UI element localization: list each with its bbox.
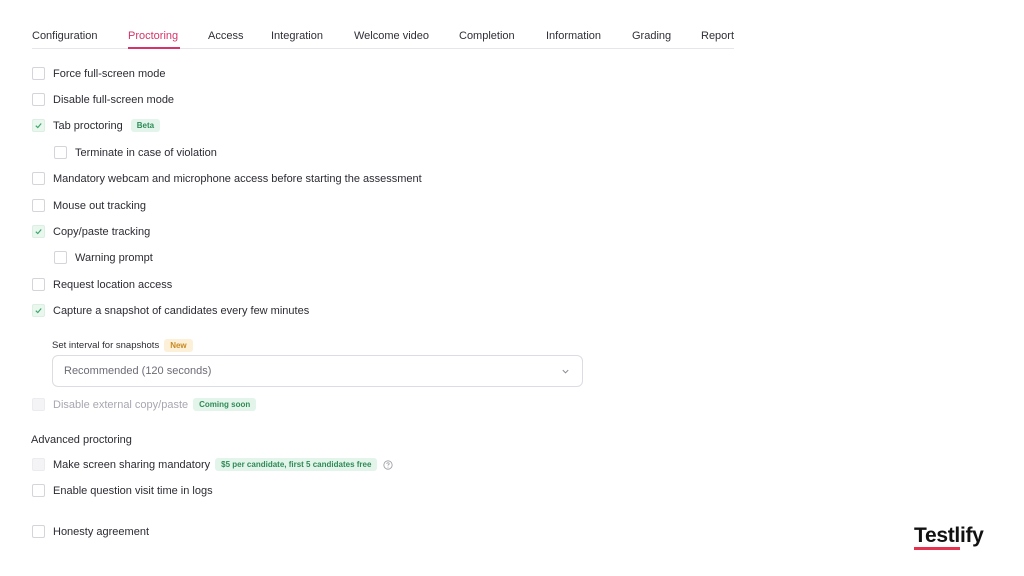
option-label: Copy/paste tracking xyxy=(53,225,151,238)
mouse-out-checkbox[interactable] xyxy=(32,199,45,212)
snapshot-interval-label: Set interval for snapshots New xyxy=(52,339,193,352)
snapshot-interval-select[interactable]: Recommended (120 seconds) xyxy=(52,355,583,387)
check-icon xyxy=(35,308,42,314)
warning-prompt-checkbox[interactable] xyxy=(54,251,67,264)
copy-paste-checkbox[interactable] xyxy=(32,225,45,238)
option-mandatory-webcam[interactable]: Mandatory webcam and microphone access b… xyxy=(32,172,422,185)
option-warning-prompt[interactable]: Warning prompt xyxy=(54,251,153,264)
option-tab-proctoring[interactable]: Tab proctoring Beta xyxy=(32,119,161,132)
option-snapshot[interactable]: Capture a snapshot of candidates every f… xyxy=(32,304,309,317)
new-badge: New xyxy=(164,339,193,352)
option-disable-fullscreen[interactable]: Disable full-screen mode xyxy=(32,93,174,106)
option-label: Disable external copy/paste xyxy=(53,398,189,411)
question-visit-time-checkbox[interactable] xyxy=(32,484,45,497)
snapshot-interval-label-text: Set interval for snapshots xyxy=(52,340,160,351)
pricing-badge: $5 per candidate, first 5 candidates fre… xyxy=(215,458,378,471)
tab-proctoring-checkbox[interactable] xyxy=(32,119,45,132)
testlify-logo: Testlify xyxy=(914,524,984,547)
disable-fullscreen-checkbox[interactable] xyxy=(32,93,45,106)
option-label: Make screen sharing mandatory xyxy=(53,458,211,471)
force-fullscreen-checkbox[interactable] xyxy=(32,67,45,80)
option-label: Warning prompt xyxy=(75,251,153,264)
option-label: Enable question visit time in logs xyxy=(53,484,213,497)
option-copy-paste[interactable]: Copy/paste tracking xyxy=(32,225,150,238)
option-force-fullscreen[interactable]: Force full-screen mode xyxy=(32,67,166,80)
option-label: Mouse out tracking xyxy=(53,199,146,212)
option-honesty-agreement[interactable]: Honesty agreement xyxy=(32,525,149,538)
snapshot-interval-value: Recommended (120 seconds) xyxy=(64,365,212,377)
tab-completion[interactable]: Completion xyxy=(459,30,515,42)
mandatory-webcam-checkbox[interactable] xyxy=(32,172,45,185)
option-screen-sharing: Make screen sharing mandatory $5 per can… xyxy=(32,458,394,471)
beta-badge: Beta xyxy=(130,119,161,132)
tab-grading[interactable]: Grading xyxy=(632,30,671,42)
check-icon xyxy=(35,229,42,235)
option-terminate-violation[interactable]: Terminate in case of violation xyxy=(54,146,217,159)
option-label: Mandatory webcam and microphone access b… xyxy=(53,172,422,185)
tab-configuration[interactable]: Configuration xyxy=(32,30,97,42)
tab-integration[interactable]: Integration xyxy=(271,30,323,42)
active-tab-indicator xyxy=(128,47,180,49)
honesty-agreement-checkbox[interactable] xyxy=(32,525,45,538)
snapshot-checkbox[interactable] xyxy=(32,304,45,317)
tab-report[interactable]: Report xyxy=(701,30,734,42)
option-label: Terminate in case of violation xyxy=(75,146,217,159)
location-access-checkbox[interactable] xyxy=(32,278,45,291)
check-icon xyxy=(35,123,42,129)
option-mouse-out[interactable]: Mouse out tracking xyxy=(32,199,146,212)
option-label: Honesty agreement xyxy=(53,525,149,538)
option-label: Tab proctoring xyxy=(53,119,123,132)
option-location-access[interactable]: Request location access xyxy=(32,278,172,291)
logo-underline xyxy=(914,547,960,550)
coming-soon-badge: Coming soon xyxy=(193,398,257,411)
chevron-down-icon xyxy=(562,369,569,374)
tab-access[interactable]: Access xyxy=(208,30,243,42)
option-disable-external-copy: Disable external copy/paste Coming soon xyxy=(32,398,257,411)
tab-proctoring[interactable]: Proctoring xyxy=(128,30,178,42)
tab-information[interactable]: Information xyxy=(546,30,601,42)
option-question-visit-time[interactable]: Enable question visit time in logs xyxy=(32,484,213,497)
option-label: Request location access xyxy=(53,278,173,291)
help-icon[interactable] xyxy=(383,459,394,470)
settings-tabs: Configuration Proctoring Access Integrat… xyxy=(32,22,734,49)
option-label: Force full-screen mode xyxy=(53,67,166,80)
screen-sharing-checkbox xyxy=(32,458,45,471)
option-label: Capture a snapshot of candidates every f… xyxy=(53,304,310,317)
advanced-proctoring-title: Advanced proctoring xyxy=(31,434,132,446)
option-label: Disable full-screen mode xyxy=(53,93,175,106)
terminate-violation-checkbox[interactable] xyxy=(54,146,67,159)
tab-welcome-video[interactable]: Welcome video xyxy=(354,30,429,42)
disable-external-copy-checkbox xyxy=(32,398,45,411)
